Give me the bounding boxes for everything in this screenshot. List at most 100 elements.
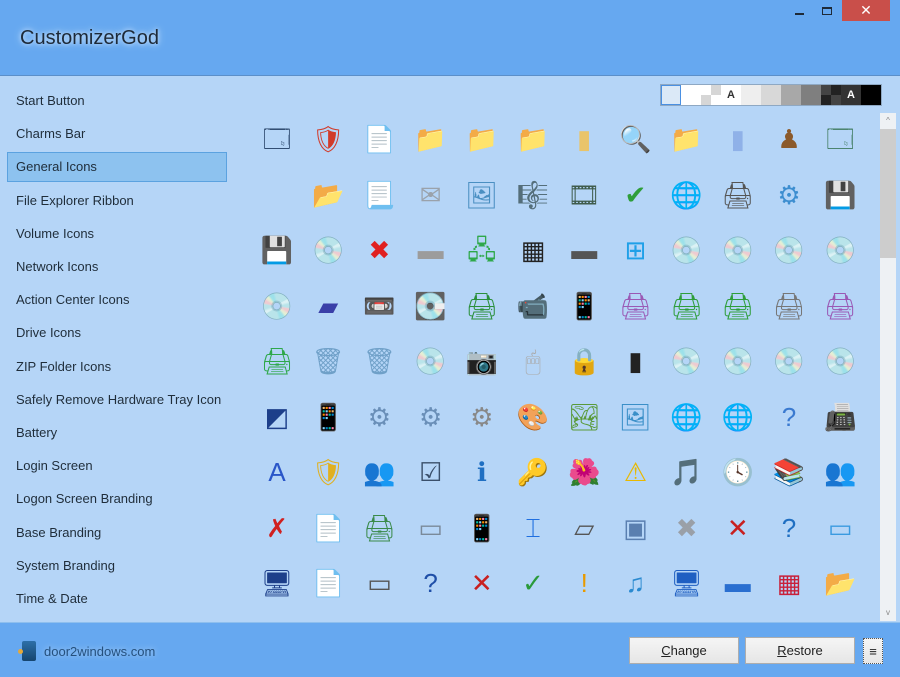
icon-cell[interactable]: ? xyxy=(405,557,457,609)
icon-cell[interactable]: 🖨 xyxy=(712,169,764,221)
icon-cell[interactable]: 📁 xyxy=(405,113,457,165)
icon-cell[interactable]: 📱 xyxy=(302,391,354,443)
icon-cell[interactable]: 📷 xyxy=(456,335,508,387)
icon-cell[interactable]: ⚙ xyxy=(763,169,815,221)
icon-cell[interactable]: 💿 xyxy=(302,224,354,276)
icon-cell[interactable]: 🎞 xyxy=(558,169,610,221)
icon-cell[interactable]: ▬ xyxy=(405,224,457,276)
icon-cell[interactable]: ✓ xyxy=(507,557,559,609)
icon-cell[interactable]: ▱ xyxy=(558,502,610,554)
background-swatch[interactable] xyxy=(821,85,841,105)
icon-cell[interactable]: ✉ xyxy=(405,169,457,221)
minimize-button[interactable] xyxy=(786,0,812,22)
icon-cell[interactable]: ? xyxy=(763,502,815,554)
icon-cell[interactable] xyxy=(251,169,303,221)
icon-cell[interactable]: 📃 xyxy=(353,169,405,221)
icon-cell[interactable]: ☑ xyxy=(405,446,457,498)
sidebar-item-system-branding[interactable]: System Branding xyxy=(7,551,227,581)
icon-cell[interactable]: 📁 xyxy=(507,113,559,165)
icon-cell[interactable]: 🔒 xyxy=(558,335,610,387)
icon-cell[interactable]: 💿 xyxy=(712,224,764,276)
restore-button[interactable]: Restore xyxy=(745,637,855,664)
icon-cell[interactable]: ✔ xyxy=(609,169,661,221)
icon-cell[interactable]: ▣ xyxy=(609,502,661,554)
icon-cell[interactable]: 📂 xyxy=(814,557,866,609)
background-swatch[interactable] xyxy=(661,85,681,105)
sidebar-item-safely-remove-hardware-tray-icon[interactable]: Safely Remove Hardware Tray Icon xyxy=(7,385,227,415)
icon-cell[interactable]: 🖱 xyxy=(507,335,559,387)
icon-cell[interactable]: ▬ xyxy=(558,224,610,276)
icon-cell[interactable]: 💾 xyxy=(251,224,303,276)
icon-cell[interactable]: 🌺 xyxy=(558,446,610,498)
background-swatch[interactable] xyxy=(741,85,761,105)
icon-cell[interactable]: 👥 xyxy=(353,446,405,498)
icon-cell[interactable]: ⚙ xyxy=(353,391,405,443)
icon-cell[interactable]: 📱 xyxy=(558,280,610,332)
icon-cell[interactable]: 🖼 xyxy=(456,169,508,221)
sidebar-item-base-branding[interactable]: Base Branding xyxy=(7,518,227,548)
icon-cell[interactable]: 📁 xyxy=(661,113,713,165)
icon-grid-scrollbar[interactable]: ^ v xyxy=(880,113,896,621)
icon-cell[interactable]: ▭ xyxy=(814,502,866,554)
icon-cell[interactable]: ▭ xyxy=(405,502,457,554)
icon-cell[interactable]: ✖ xyxy=(353,224,405,276)
icon-cell[interactable]: 🖨 xyxy=(609,280,661,332)
close-button[interactable]: ✕ xyxy=(842,0,890,21)
sidebar-item-action-center-icons[interactable]: Action Center Icons xyxy=(7,285,227,315)
sidebar-item-login-screen[interactable]: Login Screen xyxy=(7,451,227,481)
icon-cell[interactable]: ♫ xyxy=(609,557,661,609)
icon-cell[interactable]: ▮ xyxy=(609,335,661,387)
icon-cell[interactable]: 💾 xyxy=(814,169,866,221)
icon-cell[interactable]: 🔍 xyxy=(609,113,661,165)
icon-cell[interactable]: ✗ xyxy=(251,502,303,554)
background-swatch[interactable] xyxy=(861,85,881,105)
icon-cell[interactable]: 🎵 xyxy=(661,446,713,498)
icon-cell[interactable]: ▭ xyxy=(353,557,405,609)
icon-cell[interactable]: ? xyxy=(763,391,815,443)
icon-cell[interactable]: ◩ xyxy=(251,391,303,443)
sidebar-item-zip-folder-icons[interactable]: ZIP Folder Icons xyxy=(7,352,227,382)
icon-cell[interactable]: 🖥 xyxy=(251,557,303,609)
scroll-up-button[interactable]: ^ xyxy=(880,113,896,129)
icon-cell[interactable]: 🌐 xyxy=(712,391,764,443)
icon-cell[interactable]: 📹 xyxy=(507,280,559,332)
options-menu-button[interactable]: ≡ xyxy=(863,638,883,664)
icon-cell[interactable]: ! xyxy=(558,557,610,609)
sidebar-item-network-icons[interactable]: Network Icons xyxy=(7,252,227,282)
icon-cell[interactable]: 📚 xyxy=(763,446,815,498)
sidebar-item-file-explorer-ribbon[interactable]: File Explorer Ribbon xyxy=(7,186,227,216)
door2windows-link[interactable]: door2windows.com xyxy=(18,641,155,661)
icon-cell[interactable]: 💽 xyxy=(405,280,457,332)
icon-cell[interactable]: ✕ xyxy=(712,502,764,554)
sidebar-item-start-button[interactable]: Start Button xyxy=(7,86,227,116)
background-swatch[interactable] xyxy=(781,85,801,105)
icon-cell[interactable]: 💿 xyxy=(814,335,866,387)
icon-cell[interactable]: 🛡 xyxy=(302,446,354,498)
scroll-thumb[interactable] xyxy=(880,129,896,258)
sidebar-item-drive-icons[interactable]: Drive Icons xyxy=(7,318,227,348)
icon-cell[interactable]: 🖨 xyxy=(763,280,815,332)
sidebar-item-time-date[interactable]: Time & Date xyxy=(7,584,227,614)
icon-cell[interactable]: 🖧 xyxy=(456,224,508,276)
icon-cell[interactable]: ▮ xyxy=(558,113,610,165)
icon-cell[interactable]: 🖨 xyxy=(251,335,303,387)
icon-cell[interactable]: 📄 xyxy=(302,502,354,554)
icon-cell[interactable]: 💿 xyxy=(661,224,713,276)
icon-cell[interactable]: 📼 xyxy=(353,280,405,332)
change-button[interactable]: Change xyxy=(629,637,739,664)
background-swatch[interactable]: A xyxy=(721,85,741,105)
icon-cell[interactable]: 🖨 xyxy=(456,280,508,332)
scroll-down-button[interactable]: v xyxy=(880,605,896,621)
icon-cell[interactable]: 🏞 xyxy=(558,391,610,443)
background-swatch[interactable] xyxy=(761,85,781,105)
icon-cell[interactable]: 🖨 xyxy=(712,280,764,332)
icon-cell[interactable]: ♟ xyxy=(763,113,815,165)
icon-cell[interactable]: 🌐 xyxy=(661,391,713,443)
icon-cell[interactable]: ⌶ xyxy=(507,502,559,554)
icon-cell[interactable]: 💿 xyxy=(405,335,457,387)
icon-cell[interactable]: 💿 xyxy=(763,335,815,387)
icon-cell[interactable]: 🌐 xyxy=(661,169,713,221)
icon-cell[interactable]: ⊞ xyxy=(609,224,661,276)
background-swatch[interactable] xyxy=(681,85,701,105)
icon-cell[interactable]: ▬ xyxy=(712,557,764,609)
